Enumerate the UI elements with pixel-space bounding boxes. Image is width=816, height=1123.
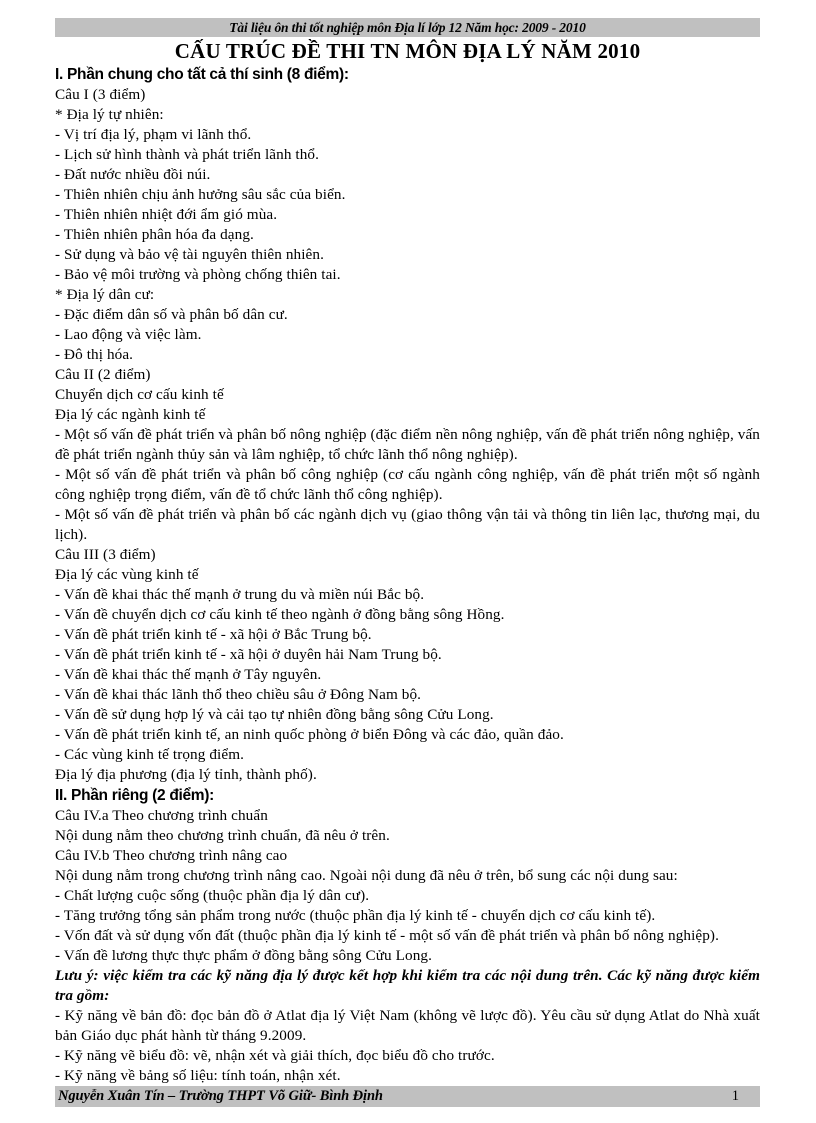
list-item: - Vấn đề phát triển kinh tế - xã hội ở d…	[55, 646, 442, 663]
list-item: - Kỹ năng về bảng số liệu: tính toán, nh…	[55, 1067, 341, 1084]
cau-4a-body: Nội dung nằm theo chương trình chuẩn, đã…	[55, 827, 390, 844]
list-item: - Đất nước nhiều đồi núi.	[55, 166, 211, 183]
list-item: - Vấn đề phát triển kinh tế - xã hội ở B…	[55, 626, 372, 643]
footer-author-text: Nguyễn Xuân Tín – Trường THPT Võ Giữ- Bì…	[58, 1088, 383, 1105]
list-item: - Một số vấn đề phát triển và phân bố nô…	[55, 426, 760, 463]
note-text: Lưu ý: việc kiểm tra các kỹ năng địa lý …	[55, 967, 760, 1004]
list-item: - Một số vấn đề phát triển và phân bố cô…	[55, 466, 760, 503]
running-header: Tài liệu ôn thi tốt nghiệp môn Địa lí lớ…	[55, 18, 760, 37]
list-item: - Lịch sử hình thành và phát triển lãnh …	[55, 146, 320, 163]
cau-3-label: Câu III (3 điểm)	[55, 546, 156, 563]
list-item: - Tăng trưởng tổng sản phẩm trong nước (…	[55, 907, 656, 924]
list-item: - Bảo vệ môi trường và phòng chống thiên…	[55, 266, 341, 283]
list-item: - Đặc điểm dân số và phân bố dân cư.	[55, 306, 288, 323]
cau-3-closing: Địa lý địa phương (địa lý tỉnh, thành ph…	[55, 766, 317, 783]
cau-4b-label: Câu IV.b Theo chương trình nâng cao	[55, 847, 288, 864]
list-item: - Lao động và việc làm.	[55, 326, 202, 343]
list-item: - Vấn đề khai thác lãnh thổ theo chiều s…	[55, 686, 422, 703]
list-item: - Vấn đề sử dụng hợp lý và cải tạo tự nh…	[55, 706, 494, 723]
list-item: - Vấn đề chuyển dịch cơ cấu kinh tế theo…	[55, 606, 505, 623]
list-item: - Vốn đất và sử dụng vốn đất (thuộc phần…	[55, 927, 719, 944]
list-item: - Sử dụng và bảo vệ tài nguyên thiên nhi…	[55, 246, 324, 263]
section-heading-2: II. Phần riêng (2 điểm):	[55, 787, 215, 804]
cau-2-intro-1: Chuyển dịch cơ cấu kinh tế	[55, 386, 224, 403]
list-item: - Kỹ năng vẽ biểu đồ: vẽ, nhận xét và gi…	[55, 1047, 495, 1064]
list-item: - Thiên nhiên phân hóa đa dạng.	[55, 226, 254, 243]
list-item: - Thiên nhiên chịu ảnh hưởng sâu sắc của…	[55, 186, 346, 203]
cau-2-intro-2: Địa lý các ngành kinh tế	[55, 406, 206, 423]
running-footer: Nguyễn Xuân Tín – Trường THPT Võ Giữ- Bì…	[55, 1086, 760, 1107]
list-item: - Vấn đề khai thác thế mạnh ở trung du v…	[55, 586, 425, 603]
cau-4b-body: Nội dung nằm trong chương trình nâng cao…	[55, 867, 678, 884]
cau-1-label: Câu I (3 điểm)	[55, 86, 146, 103]
list-item: - Vấn đề khai thác thế mạnh ở Tây nguyên…	[55, 666, 322, 683]
cau-2-label: Câu II (2 điểm)	[55, 366, 151, 383]
list-item: - Vấn đề phát triển kinh tế, an ninh quố…	[55, 726, 564, 743]
cau-3-intro: Địa lý các vùng kinh tế	[55, 566, 199, 583]
list-item: - Một số vấn đề phát triển và phân bố cá…	[55, 506, 760, 543]
page-title: CẤU TRÚC ĐỀ THI TN MÔN ĐỊA LÝ NĂM 2010	[174, 39, 641, 63]
page-number: 1	[731, 1088, 739, 1105]
list-item: - Đô thị hóa.	[55, 346, 134, 363]
list-item: - Vị trí địa lý, phạm vi lãnh thổ.	[55, 126, 252, 143]
section-heading-1: I. Phần chung cho tất cả thí sinh (8 điể…	[55, 66, 349, 83]
document-content: CẤU TRÚC ĐỀ THI TN MÔN ĐỊA LÝ NĂM 2010 I…	[55, 39, 760, 1086]
document-page: Tài liệu ôn thi tốt nghiệp môn Địa lí lớ…	[0, 0, 816, 1123]
list-item: - Thiên nhiên nhiệt đới ẩm gió mùa.	[55, 206, 278, 223]
list-item: - Các vùng kinh tế trọng điểm.	[55, 746, 245, 763]
cau-1-sub-1-label: * Địa lý tự nhiên:	[55, 106, 164, 123]
cau-4a-label: Câu IV.a Theo chương trình chuẩn	[55, 807, 268, 824]
list-item: - Chất lượng cuộc sống (thuộc phần địa l…	[55, 887, 370, 904]
running-header-text: Tài liệu ôn thi tốt nghiệp môn Địa lí lớ…	[229, 19, 586, 35]
cau-1-sub-2-label: * Địa lý dân cư:	[55, 286, 155, 303]
list-item: - Kỹ năng về bản đồ: đọc bản đồ ở Atlat …	[55, 1007, 760, 1044]
list-item: - Vấn đề lương thực thực phẩm ở đồng bằn…	[55, 947, 432, 964]
